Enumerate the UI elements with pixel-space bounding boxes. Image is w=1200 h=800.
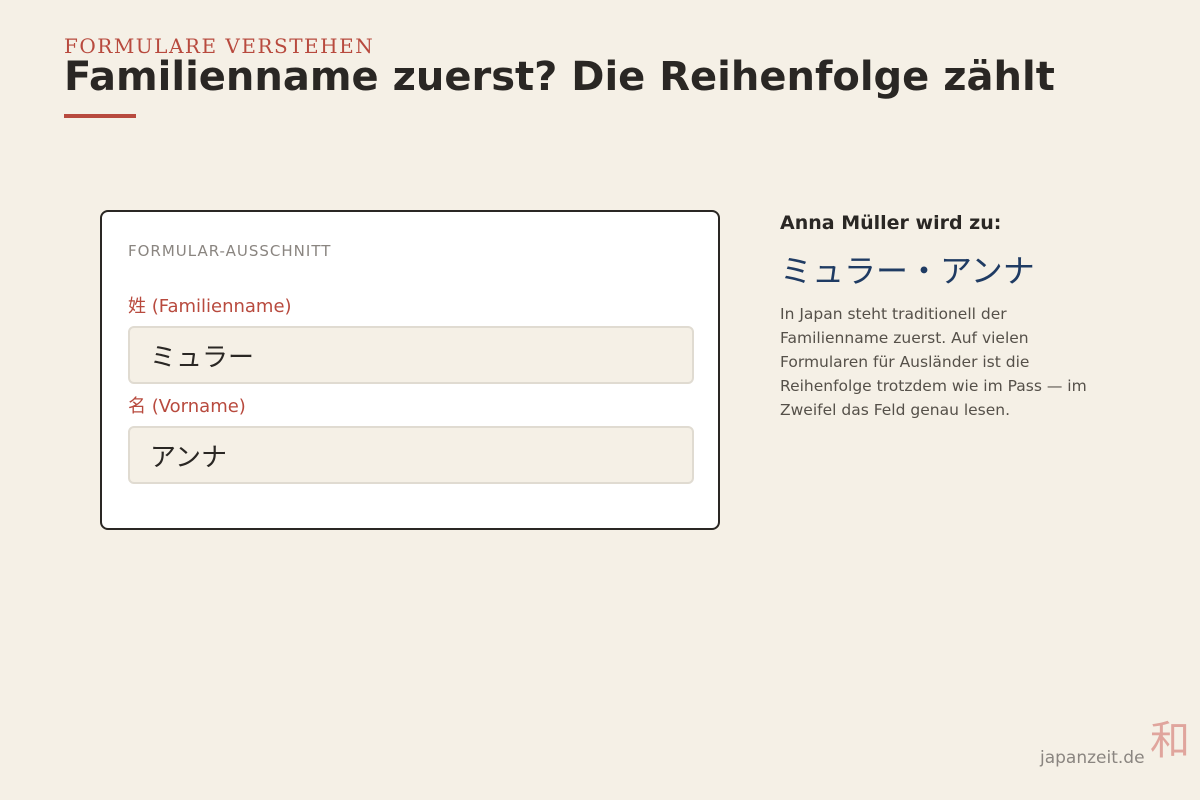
site-name: japanzeit.de xyxy=(1040,748,1145,768)
page-title: Familienname zuerst? Die Reihenfolge zäh… xyxy=(64,54,1055,100)
explanation-text: In Japan steht traditionell der Familien… xyxy=(780,305,1087,419)
form-excerpt-card: FORMULAR-AUSSCHNITT 姓 (Familienname) 名 (… xyxy=(100,210,720,530)
family-name-field[interactable] xyxy=(128,326,694,384)
katakana-transcription: ミュラー・アンナ xyxy=(780,252,1035,290)
example-heading: Anna Müller wird zu: xyxy=(780,212,1002,234)
family-name-label: 姓 (Familienname) xyxy=(128,296,292,317)
brand-logo-mark: 和 xyxy=(1150,718,1190,764)
given-name-field[interactable] xyxy=(128,426,694,484)
form-caption: FORMULAR-AUSSCHNITT xyxy=(128,242,332,260)
accent-rule xyxy=(64,114,136,118)
given-name-label: 名 (Vorname) xyxy=(128,396,246,417)
